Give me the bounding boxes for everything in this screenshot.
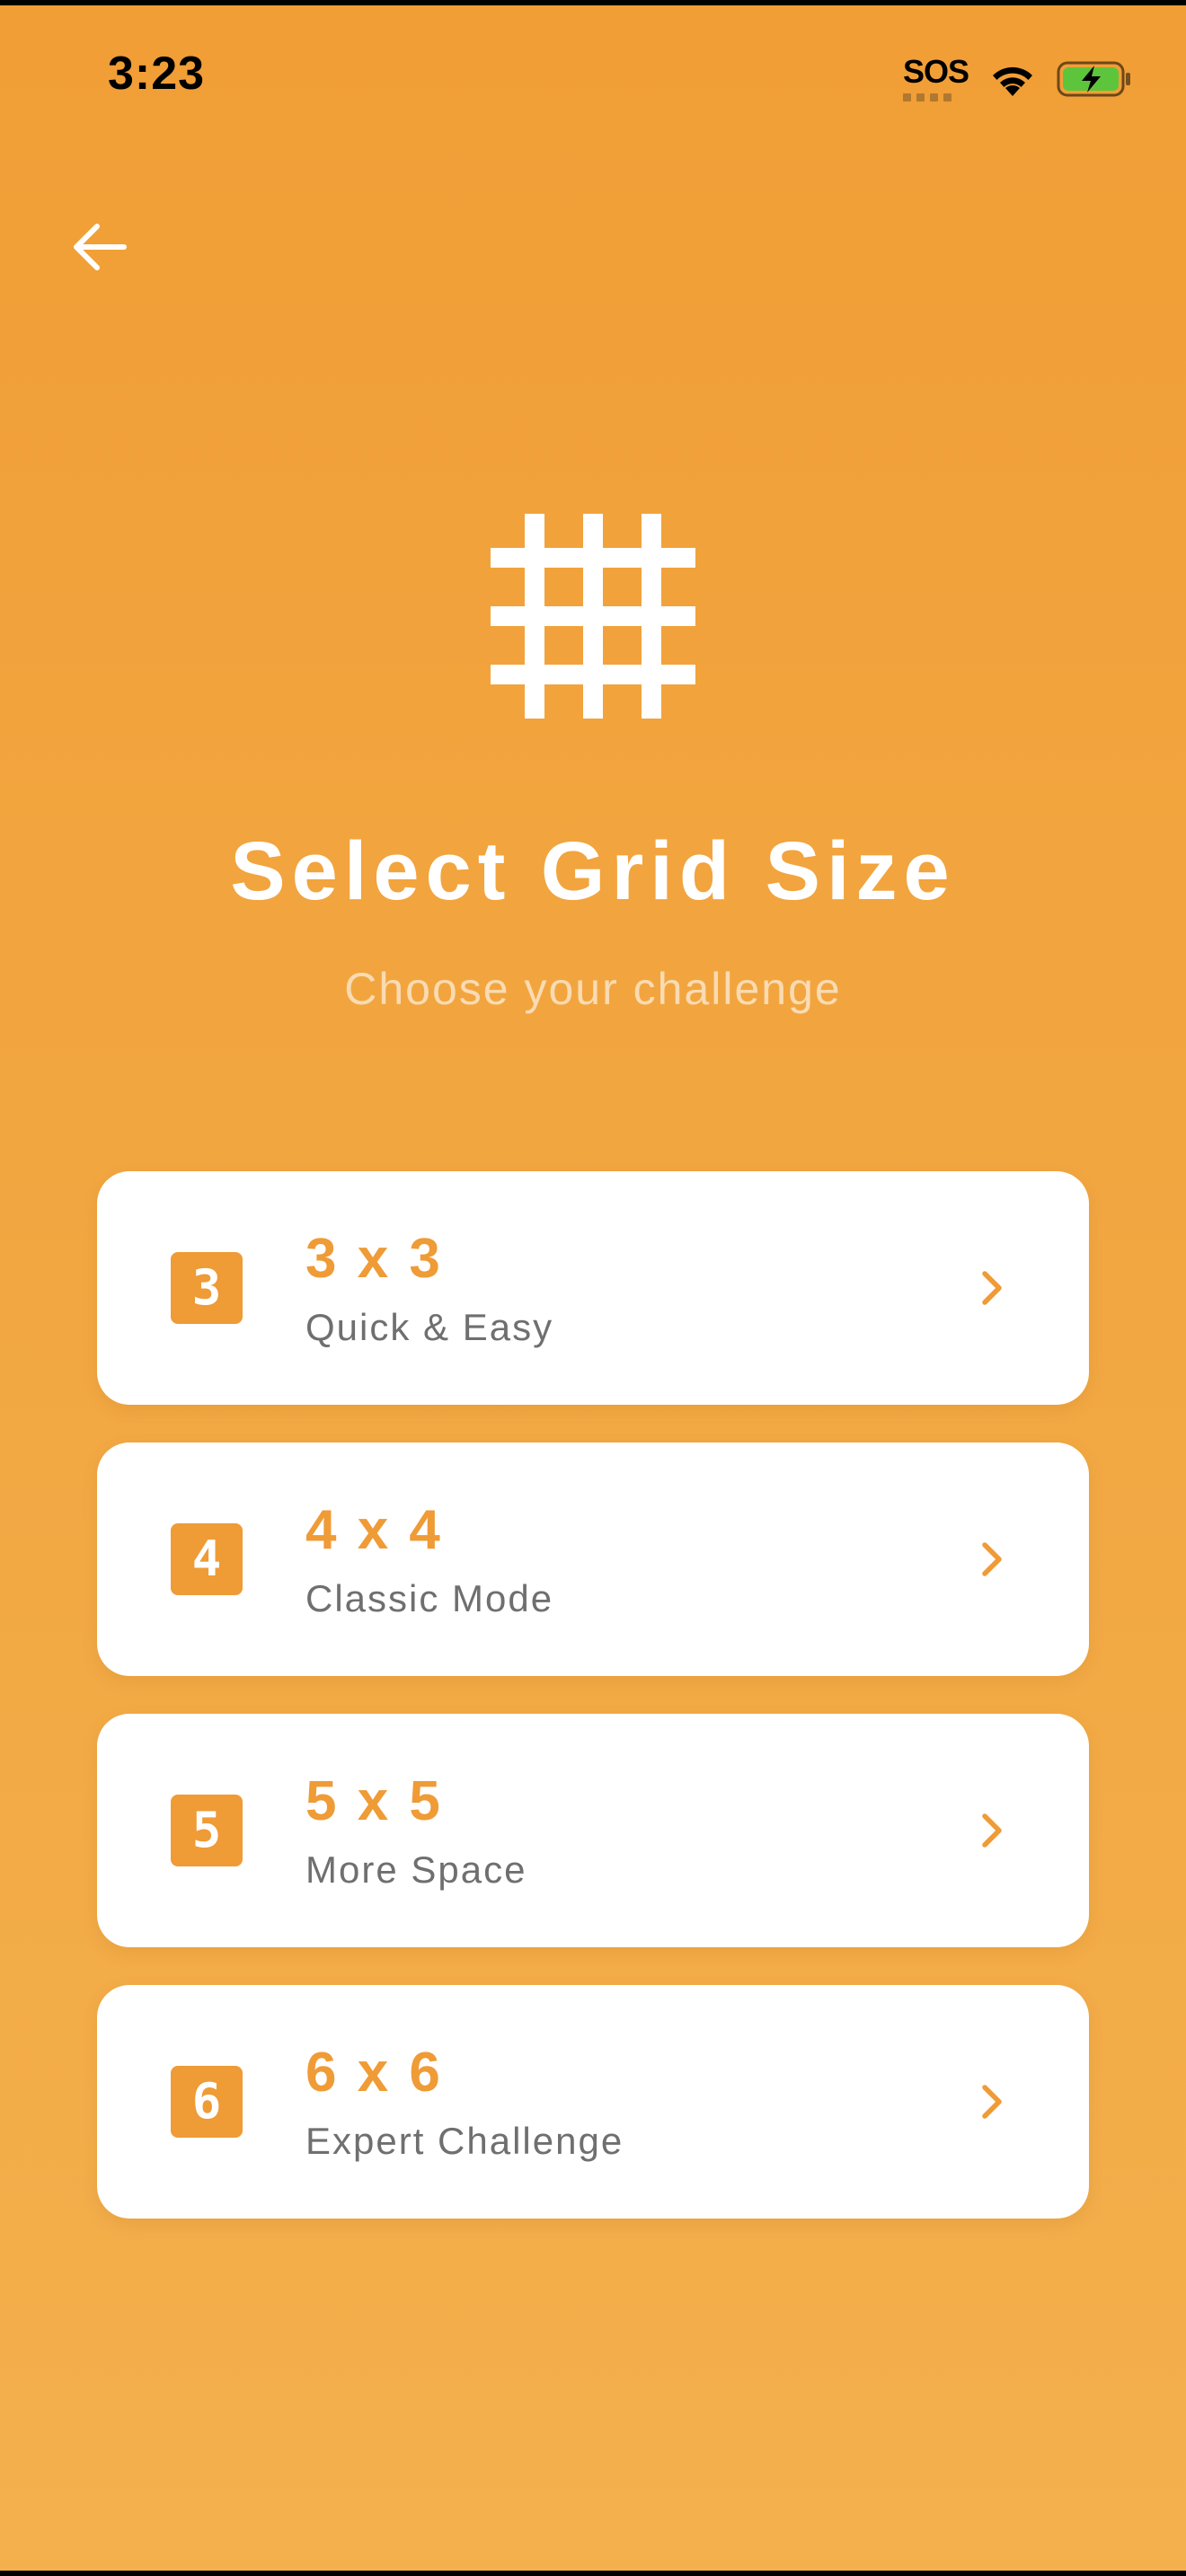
option-4x4-card[interactable]: 4 4 x 4 Classic Mode	[97, 1442, 1089, 1676]
status-time: 3:23	[108, 48, 206, 100]
bottom-edge	[0, 2571, 1186, 2576]
chevron-right-icon	[982, 2085, 1002, 2119]
sos-signal-dots	[902, 93, 969, 101]
top-edge	[0, 0, 1186, 5]
status-indicators: SOS	[902, 53, 1134, 101]
option-title: 3 x 3	[305, 1228, 443, 1290]
option-description: Expert Challenge	[305, 2120, 624, 2162]
option-description: More Space	[305, 1848, 527, 1891]
back-button[interactable]	[63, 211, 135, 283]
sos-label: SOS	[902, 53, 969, 90]
option-badge: 5	[171, 1795, 243, 1866]
screen: 3:23 SOS Select Grid Size Choose your ch…	[0, 0, 1186, 2576]
battery-charging-icon	[1057, 61, 1130, 96]
grid-hash-icon	[491, 514, 695, 719]
option-description: Quick & Easy	[305, 1306, 554, 1348]
option-title: 5 x 5	[305, 1770, 443, 1832]
grid-size-options: 3 3 x 3 Quick & Easy 4 4 x 4 Classic Mod…	[97, 1171, 1089, 2256]
page-title: Select Grid Size	[230, 825, 956, 917]
option-6x6-card[interactable]: 6 6 x 6 Expert Challenge	[97, 1985, 1089, 2219]
option-title: 6 x 6	[305, 2042, 443, 2104]
wifi-icon	[993, 66, 1032, 96]
option-5x5-card[interactable]: 5 5 x 5 More Space	[97, 1714, 1089, 1947]
sos-indicator: SOS	[902, 53, 969, 101]
option-badge: 4	[171, 1523, 243, 1595]
page-subtitle: Choose your challenge	[344, 964, 842, 1014]
chevron-right-icon	[982, 1813, 1002, 1848]
option-3x3-card[interactable]: 3 3 x 3 Quick & Easy	[97, 1171, 1089, 1405]
chevron-right-icon	[982, 1542, 1002, 1576]
option-title: 4 x 4	[305, 1499, 443, 1561]
option-description: Classic Mode	[305, 1577, 554, 1619]
arrow-left-icon	[74, 224, 127, 270]
chevron-right-icon	[982, 1271, 1002, 1305]
option-badge: 6	[171, 2066, 243, 2138]
option-badge: 3	[171, 1252, 243, 1324]
